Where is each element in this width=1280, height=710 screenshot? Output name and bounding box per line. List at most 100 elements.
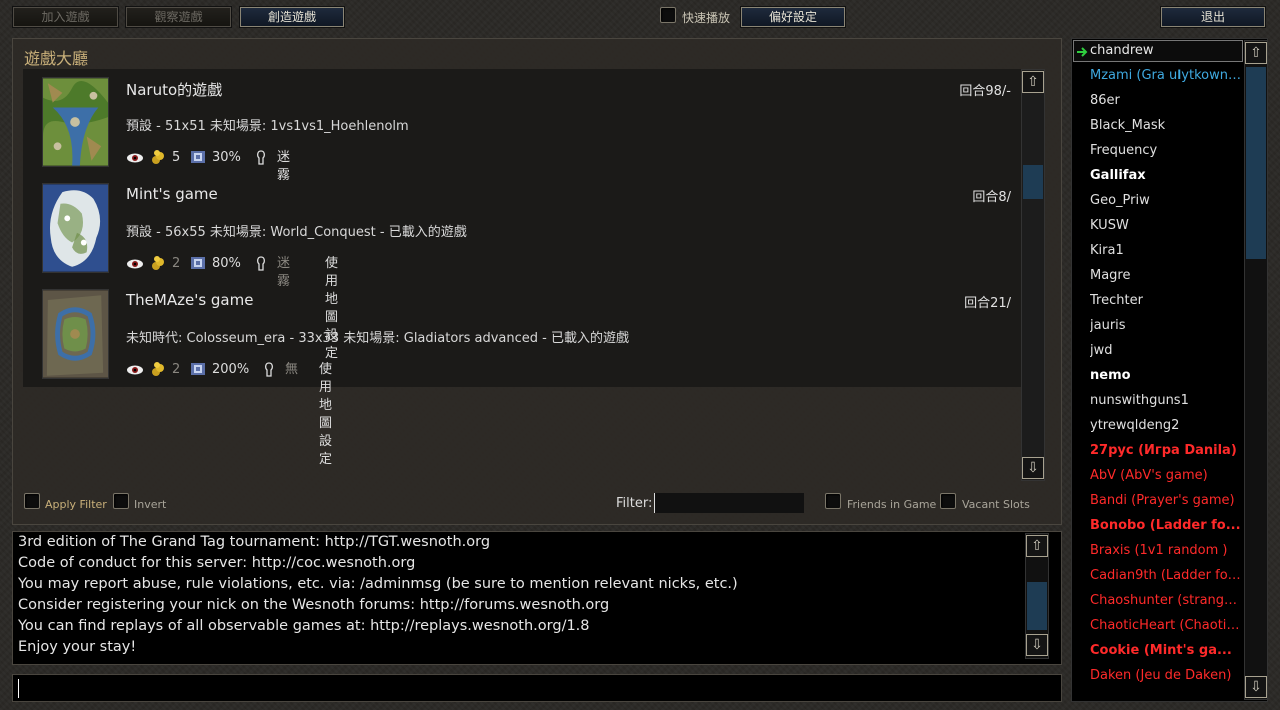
player-list: chandrew Mzami (Gra u𝐈ytkownik... 86er Blac… <box>1071 38 1268 702</box>
map-settings-label: 使用地圖設定 <box>325 256 339 361</box>
experience-value: 200% <box>212 362 250 377</box>
player-list-item[interactable]: ytrewqldeng2 <box>1090 418 1242 433</box>
map-thumbnail <box>42 183 109 273</box>
chat-scrollbar[interactable]: ⇧ ⇩ <box>1025 533 1049 659</box>
scroll-thumb[interactable] <box>1027 582 1047 630</box>
invert-checkbox[interactable] <box>113 493 129 509</box>
game-description: 預設 - 56x55 未知場景: World_Conquest - 已載入的遊戲 <box>126 225 467 240</box>
player-list-item[interactable]: 86er <box>1090 93 1242 108</box>
player-list-item[interactable]: Chaoshunter (strange... <box>1090 593 1242 608</box>
friends-in-game-label: Friends in Game <box>847 498 937 511</box>
game-turn: 回合98/- <box>959 84 1011 99</box>
scroll-down-icon[interactable]: ⇩ <box>1026 634 1048 656</box>
scroll-thumb[interactable] <box>1023 165 1043 199</box>
player-list-item[interactable]: Braxis (1v1 random ) <box>1090 543 1242 558</box>
chat-message: You can find replays of all observable g… <box>18 618 590 634</box>
game-description: 預設 - 51x51 未知場景: 1vs1vs1_Hoehlenolm <box>126 119 409 134</box>
game-name: Mint's game <box>126 185 218 203</box>
map-settings-label: 使用地圖設定 <box>319 362 333 467</box>
player-list-item[interactable]: 27рус (Игра Danila) <box>1090 443 1242 458</box>
quit-button[interactable]: 退出 <box>1160 6 1266 28</box>
apply-filter-label: Apply Filter <box>45 498 107 511</box>
scroll-up-icon[interactable]: ⇧ <box>1026 535 1048 557</box>
player-list-item[interactable]: nemo <box>1090 368 1242 383</box>
player-list-item[interactable]: Mzami (Gra u𝐈ytkownik... <box>1090 68 1242 83</box>
game-turn: 回合21/ <box>964 296 1011 311</box>
game-lobby-panel: 遊戲大廳 Naruto的遊戲 回合98/- 預設 - 51x51 未知場景: 1… <box>12 38 1062 525</box>
player-list-item[interactable]: Frequency <box>1090 143 1242 158</box>
vacant-slots-label: Vacant Slots <box>962 498 1030 511</box>
preferences-button[interactable]: 偏好設定 <box>740 6 846 28</box>
game-row[interactable]: Naruto的遊戲 回合98/- 預設 - 51x51 未知場景: 1vs1vs… <box>23 69 1021 183</box>
game-list-scrollbar[interactable]: ⇧ ⇩ <box>1021 69 1045 481</box>
arrow-right-icon <box>1076 43 1088 62</box>
player-list-item[interactable]: Kira1 <box>1090 243 1242 258</box>
player-list-item[interactable]: Cadian9th (Ladder for... <box>1090 568 1242 583</box>
map-thumbnail <box>42 289 109 379</box>
scroll-thumb[interactable] <box>1246 67 1266 259</box>
player-list-item[interactable]: jwd <box>1090 343 1242 358</box>
player-list-scrollbar[interactable]: ⇧ ⇩ <box>1244 40 1268 700</box>
filter-input[interactable] <box>654 493 804 513</box>
vision-value: 迷霧 <box>277 150 291 183</box>
map-thumbnail <box>42 77 109 167</box>
vision-value: 無 <box>285 362 299 377</box>
experience-value: 80% <box>212 256 241 271</box>
text-caret <box>18 679 19 698</box>
chat-log: 3rd edition of The Grand Tag tournament:… <box>12 531 1062 665</box>
player-list-item[interactable]: Daken (Jeu de Daken) <box>1090 668 1242 683</box>
game-name: TheMAze's game <box>126 291 254 309</box>
observer-eye-icon <box>126 149 144 167</box>
player-list-item[interactable]: jauris <box>1090 318 1242 333</box>
filter-label: Filter: <box>616 496 653 511</box>
create-game-button[interactable]: 創造遊戲 <box>239 6 345 28</box>
join-game-button[interactable]: 加入遊戲 <box>12 6 119 28</box>
experience-icon <box>190 255 206 273</box>
player-list-item[interactable]: AbV (AbV's game) <box>1090 468 1242 483</box>
player-list-item[interactable]: Gallifax <box>1090 168 1242 183</box>
player-list-item[interactable]: Cookie (Mint's ga... <box>1090 643 1242 658</box>
observe-game-button[interactable]: 觀察遊戲 <box>125 6 232 28</box>
game-row[interactable]: Mint's game 回合8/ 預設 - 56x55 未知場景: World_… <box>23 175 1021 361</box>
vacant-slots-checkbox[interactable] <box>940 493 956 509</box>
chat-message: You may report abuse, rule violations, e… <box>18 576 738 592</box>
vision-icon <box>254 149 268 167</box>
gold-value: 5 <box>172 150 181 165</box>
observer-eye-icon <box>126 361 144 379</box>
gold-icon <box>150 361 166 379</box>
player-list-item[interactable]: Geo_Priw <box>1090 193 1242 208</box>
vision-value: 迷霧 <box>277 256 291 289</box>
experience-icon <box>190 361 206 379</box>
player-list-item[interactable]: nunswithguns1 <box>1090 393 1242 408</box>
experience-icon <box>190 149 206 167</box>
lobby-title: 遊戲大廳 <box>24 49 89 68</box>
scroll-up-icon[interactable]: ⇧ <box>1245 42 1267 64</box>
scroll-down-icon[interactable]: ⇩ <box>1022 457 1044 479</box>
player-list-item[interactable]: chandrew <box>1090 43 1242 58</box>
chat-message: Enjoy your stay! <box>18 639 137 655</box>
player-list-item[interactable]: Bonobo (Ladder fo... <box>1090 518 1242 533</box>
game-turn: 回合8/ <box>972 190 1011 205</box>
gold-icon <box>150 255 166 273</box>
player-list-item[interactable]: Black_Mask <box>1090 118 1242 133</box>
player-list-item[interactable]: ChaoticHeart (Chaotic... <box>1090 618 1242 633</box>
game-description: 未知時代: Colosseum_era - 33x33 未知場景: Gladia… <box>126 331 629 346</box>
chat-message: Code of conduct for this server: http://… <box>18 555 416 571</box>
game-row[interactable]: TheMAze's game 回合21/ 未知時代: Colosseum_era… <box>23 281 1021 467</box>
filter-bar: Apply Filter Invert Filter: Friends in G… <box>13 493 1063 517</box>
game-list: Naruto的遊戲 回合98/- 預設 - 51x51 未知場景: 1vs1vs… <box>23 69 1021 467</box>
player-list-item[interactable]: Bandi (Prayer's game) <box>1090 493 1242 508</box>
player-list-item[interactable]: KUSW <box>1090 218 1242 233</box>
scroll-down-icon[interactable]: ⇩ <box>1245 676 1267 698</box>
gold-value: 2 <box>172 256 181 271</box>
chat-message: 3rd edition of The Grand Tag tournament:… <box>18 534 491 550</box>
apply-filter-checkbox[interactable] <box>24 493 40 509</box>
player-list-item[interactable]: Magre <box>1090 268 1242 283</box>
player-list-item[interactable]: Trechter <box>1090 293 1242 308</box>
scroll-up-icon[interactable]: ⇧ <box>1022 71 1044 93</box>
vision-icon <box>254 255 268 273</box>
friends-in-game-checkbox[interactable] <box>825 493 841 509</box>
game-name: Naruto的遊戲 <box>126 81 223 99</box>
chat-input[interactable] <box>12 674 1062 702</box>
fast-replay-checkbox[interactable] <box>660 7 676 23</box>
